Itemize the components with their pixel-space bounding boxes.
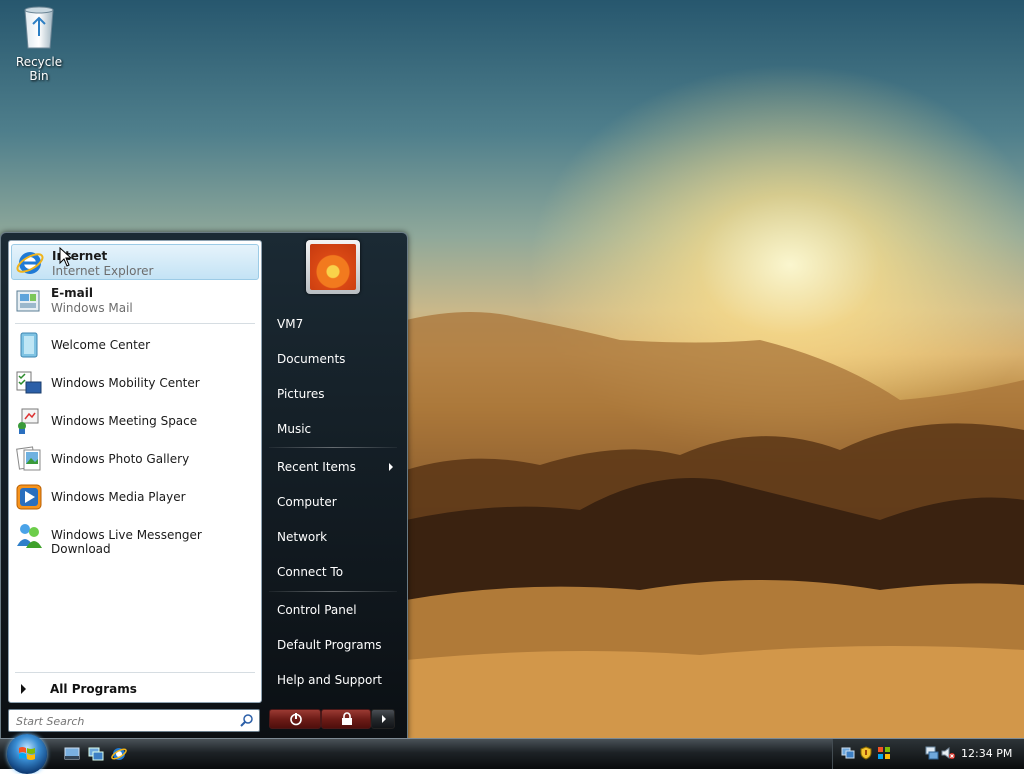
recent-meeting-space[interactable]: Windows Meeting Space [11, 403, 259, 439]
pinned-title: E-mail [51, 286, 94, 300]
start-search-input[interactable] [14, 712, 238, 730]
windows-mail-icon [16, 290, 40, 312]
right-item-connect-to[interactable]: Connect To [269, 561, 397, 583]
pinned-separator [15, 323, 255, 324]
recycle-bin-label: Recycle Bin [15, 55, 63, 83]
shutdown-options-button[interactable] [371, 709, 395, 729]
all-programs-button[interactable]: All Programs [15, 679, 255, 699]
right-item-pictures[interactable]: Pictures [269, 383, 397, 405]
recent-title: Windows Live Messenger Download [51, 528, 202, 556]
right-item-network[interactable]: Network [269, 526, 397, 548]
recycle-bin-icon [24, 6, 54, 49]
system-clock[interactable]: 12:34 PM [961, 747, 1012, 760]
user-account-picture[interactable] [306, 240, 360, 294]
recent-title: Welcome Center [51, 338, 151, 352]
right-item-computer[interactable]: Computer [269, 491, 397, 513]
windows-logo-icon [19, 747, 35, 760]
windows-update-icon[interactable] [877, 746, 891, 760]
recent-messenger-download[interactable]: Windows Live Messenger Download [11, 517, 259, 556]
right-item-label: Help and Support [277, 673, 382, 687]
right-item-label: Pictures [277, 387, 325, 401]
recent-mobility-center[interactable]: Windows Mobility Center [11, 365, 259, 401]
search-icon[interactable] [240, 713, 254, 727]
switch-windows-icon[interactable] [88, 746, 104, 762]
all-programs-separator [15, 672, 255, 673]
right-item-recent-items[interactable]: Recent Items [269, 456, 397, 478]
right-item-control-panel[interactable]: Control Panel [269, 599, 397, 621]
expand-arrow-icon [21, 684, 26, 694]
right-pane-separator [269, 591, 397, 592]
right-item-label: Computer [277, 495, 337, 509]
recent-title: Windows Mobility Center [51, 376, 200, 390]
right-item-documents[interactable]: Documents [269, 348, 397, 370]
start-menu: Internet Internet Explorer E-mail Window… [0, 232, 408, 740]
right-item-default-programs[interactable]: Default Programs [269, 634, 397, 656]
pinned-internet-explorer[interactable]: Internet Internet Explorer [11, 244, 259, 280]
right-item-label: Network [277, 530, 328, 544]
network-status-icon[interactable] [841, 746, 855, 760]
right-item-user-folder[interactable]: VM7 [269, 313, 397, 335]
taskbar: 12:34 PM [0, 734, 1024, 774]
power-button[interactable] [269, 709, 321, 729]
right-item-label: Default Programs [277, 638, 382, 652]
lock-icon [342, 712, 352, 725]
submenu-arrow-icon [389, 463, 393, 471]
volume-muted-icon[interactable] [941, 746, 955, 760]
media-player-icon [16, 484, 42, 510]
pinned-subtitle: Windows Mail [51, 301, 133, 315]
start-menu-programs-pane: Internet Internet Explorer E-mail Window… [8, 240, 262, 703]
notification-area: 12:34 PM [832, 739, 1024, 769]
right-item-label: Control Panel [277, 603, 357, 617]
start-search-box[interactable] [8, 709, 260, 732]
power-icon [290, 713, 302, 726]
right-item-label: Connect To [277, 565, 344, 579]
lock-button[interactable] [321, 709, 371, 729]
recent-photo-gallery[interactable]: Windows Photo Gallery [11, 441, 259, 477]
security-alert-icon[interactable] [859, 746, 873, 760]
recent-media-player[interactable]: Windows Media Player [11, 479, 259, 515]
mouse-cursor-icon [59, 247, 73, 267]
network-connection-icon[interactable] [925, 746, 939, 760]
start-button[interactable] [7, 734, 47, 774]
power-controls [269, 709, 395, 729]
meeting-space-icon [18, 408, 39, 434]
right-item-label: VM7 [277, 317, 304, 331]
show-desktop-icon[interactable] [64, 746, 80, 762]
right-item-label: Recent Items [277, 460, 356, 474]
recent-title: Windows Photo Gallery [51, 452, 190, 466]
mobility-center-icon [16, 371, 42, 394]
right-pane-separator [269, 447, 397, 448]
recent-welcome-center[interactable]: Welcome Center [11, 327, 259, 363]
internet-explorer-icon[interactable] [111, 746, 127, 762]
pinned-windows-mail[interactable]: E-mail Windows Mail [11, 282, 259, 318]
recycle-bin-desktop-icon[interactable]: Recycle Bin [6, 4, 72, 83]
recent-title: Windows Media Player [51, 490, 186, 504]
messenger-icon [17, 524, 42, 548]
welcome-center-icon [20, 332, 38, 358]
internet-explorer-icon [16, 252, 44, 274]
right-item-label: Music [277, 422, 312, 436]
all-programs-label: All Programs [50, 682, 137, 696]
right-item-music[interactable]: Music [269, 418, 397, 440]
user-picture-flower [310, 244, 356, 290]
recent-title: Windows Meeting Space [51, 414, 198, 428]
right-item-label: Documents [277, 352, 346, 366]
chevron-right-icon [382, 715, 386, 723]
right-item-help-support[interactable]: Help and Support [269, 669, 397, 691]
photo-gallery-icon [16, 446, 41, 471]
